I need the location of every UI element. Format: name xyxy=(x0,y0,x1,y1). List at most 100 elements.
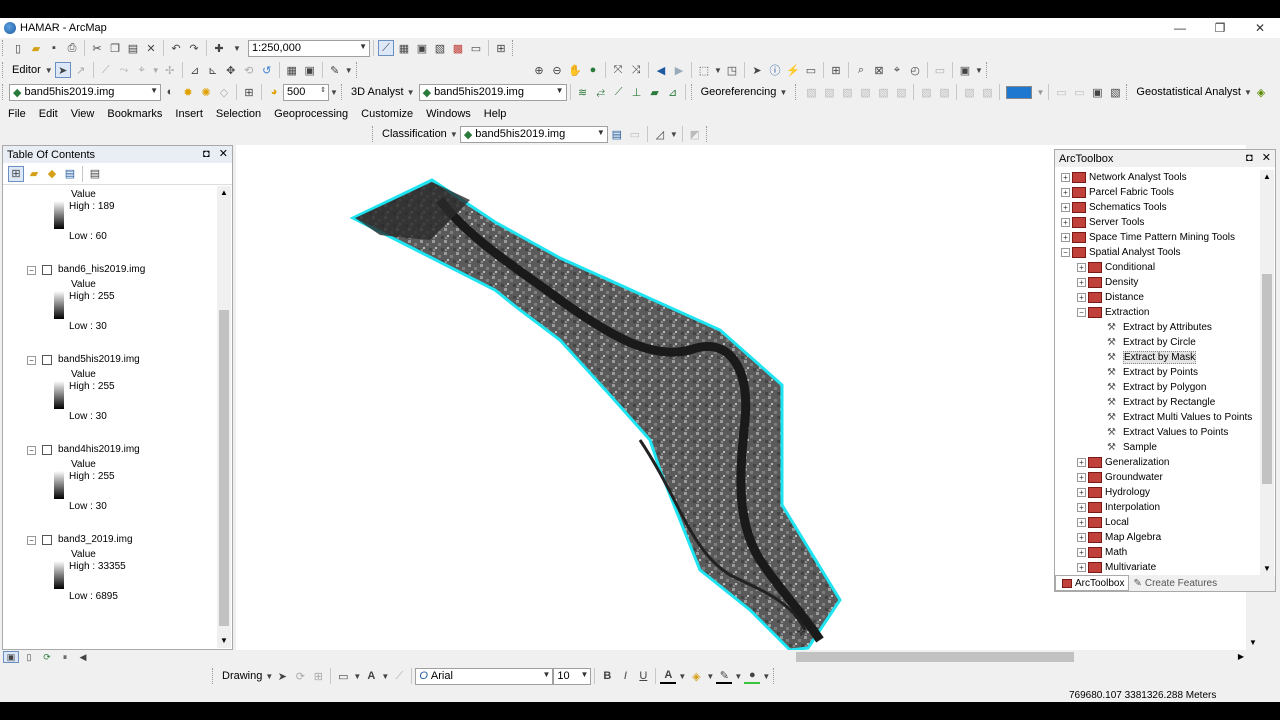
find-route-icon[interactable]: ⊠ xyxy=(871,62,887,78)
reshape-icon[interactable]: ⊿ xyxy=(187,62,203,78)
expand-icon[interactable]: + xyxy=(1077,488,1086,497)
chevron-down-icon[interactable]: ▼ xyxy=(670,126,678,142)
expand-icon[interactable]: + xyxy=(1077,293,1086,302)
close-icon[interactable]: ✕ xyxy=(1262,152,1271,164)
layer-visibility-checkbox[interactable] xyxy=(42,265,52,275)
toolset-item[interactable]: − Extraction xyxy=(1077,305,1149,320)
edit-tool-icon[interactable]: ➤ xyxy=(54,62,71,78)
zoom-out-icon[interactable]: ⊖ xyxy=(549,62,565,78)
measure-icon[interactable]: ⊞ xyxy=(828,62,844,78)
toc-layer-name[interactable]: band5his2019.img xyxy=(58,354,140,365)
go-forward-icon[interactable]: ▶ xyxy=(671,62,687,78)
tool-item[interactable]: ⚒ Extract by Attributes xyxy=(1093,320,1212,335)
arctoolbox-icon[interactable]: ▩ xyxy=(450,40,466,56)
select-features-icon[interactable]: ⬚ xyxy=(696,62,712,78)
spinner-icon[interactable]: ⇕ xyxy=(320,86,326,94)
toolbar-grip[interactable] xyxy=(986,62,990,78)
fixed-zoom-out-icon[interactable]: ⤨ xyxy=(628,62,644,78)
font-combo[interactable]: O Arial ▼ xyxy=(415,667,554,685)
close-icon[interactable]: ✕ xyxy=(219,148,228,160)
menu-edit[interactable]: Edit xyxy=(31,108,63,120)
layout-view-icon[interactable]: ▯ xyxy=(21,651,37,663)
drawing-menu[interactable]: Drawing xyxy=(219,670,265,682)
delete-icon[interactable]: ✕ xyxy=(143,40,159,56)
map-horizontal-scrollbar[interactable]: ▶ xyxy=(236,650,1246,664)
cut-polygons-icon[interactable]: ⊾ xyxy=(205,62,221,78)
menu-selection[interactable]: Selection xyxy=(208,108,266,120)
toolbar-grip[interactable] xyxy=(212,668,216,684)
expand-icon[interactable]: + xyxy=(1061,218,1070,227)
menu-view[interactable]: View xyxy=(63,108,100,120)
collapse-icon[interactable]: − xyxy=(27,446,36,455)
font-size-combo[interactable]: 10 ▼ xyxy=(553,667,592,685)
select-elements-icon[interactable]: ➤ xyxy=(274,668,290,684)
tool-item[interactable]: ⚒ Extract Values to Points xyxy=(1093,425,1228,440)
table-of-contents-icon[interactable]: ▦ xyxy=(396,40,412,56)
training-sample-manager-icon[interactable]: ▤ xyxy=(609,126,625,142)
georef-tool-icon[interactable]: ▣ xyxy=(1089,84,1105,100)
edit-annotation-icon[interactable]: ↗ xyxy=(73,62,89,78)
geostatistical-analyst-menu[interactable]: Geostatistical Analyst xyxy=(1133,86,1244,98)
toolset-item[interactable]: + Interpolation xyxy=(1077,500,1160,515)
3d-analyst-menu[interactable]: 3D Analyst xyxy=(348,86,407,98)
hyperlink-icon[interactable]: ⚡ xyxy=(785,62,801,78)
find-icon[interactable]: ⌕ xyxy=(853,62,869,78)
expand-icon[interactable]: + xyxy=(1077,263,1086,272)
menu-help[interactable]: Help xyxy=(476,108,512,120)
expand-icon[interactable]: + xyxy=(1077,518,1086,527)
toc-scrollbar[interactable]: ▲ ▼ xyxy=(217,186,231,648)
full-extent-icon[interactable]: ● xyxy=(585,62,601,78)
scroll-down-icon[interactable]: ▼ xyxy=(217,634,231,648)
toolset-item[interactable]: + Hydrology xyxy=(1077,485,1150,500)
toolset-item[interactable]: + Network Analyst Tools xyxy=(1061,170,1187,185)
effects-icon[interactable]: ⊞ xyxy=(241,84,257,100)
cut-icon[interactable]: ✂ xyxy=(89,40,105,56)
redo-icon[interactable]: ↷ xyxy=(186,40,202,56)
bold-icon[interactable]: B xyxy=(599,668,615,684)
modelbuilder-icon[interactable]: ⊞ xyxy=(493,40,509,56)
toolset-item[interactable]: + Math xyxy=(1077,545,1127,560)
split-icon[interactable]: ✢ xyxy=(162,62,178,78)
georef-tool-icon[interactable]: ▧ xyxy=(839,84,855,100)
toc-layer-name[interactable]: band4his2019.img xyxy=(58,444,140,455)
toc-layer-name[interactable]: band3_2019.img xyxy=(58,534,133,545)
toolset-item[interactable]: + Parcel Fabric Tools xyxy=(1061,185,1174,200)
collapse-icon[interactable]: − xyxy=(27,266,36,275)
toolbar-grip[interactable] xyxy=(773,668,777,684)
scroll-up-icon[interactable]: ▲ xyxy=(217,186,231,200)
chevron-down-icon[interactable]: ▼ xyxy=(330,84,338,100)
reclass-icon[interactable]: ◩ xyxy=(687,126,703,142)
georef-tool-icon[interactable]: ▧ xyxy=(857,84,873,100)
toolset-item[interactable]: − Spatial Analyst Tools xyxy=(1061,245,1181,260)
scroll-down-icon[interactable]: ▼ xyxy=(1260,562,1274,576)
expand-icon[interactable]: + xyxy=(1061,203,1070,212)
map-scroll-down-icon[interactable]: ▼ xyxy=(1246,636,1260,650)
italic-icon[interactable]: I xyxy=(617,668,633,684)
georef-tool-icon[interactable]: ▧ xyxy=(893,84,909,100)
chevron-down-icon[interactable]: ▼ xyxy=(381,668,389,684)
expand-icon[interactable]: + xyxy=(1077,548,1086,557)
chevron-down-icon[interactable]: ▼ xyxy=(1036,84,1044,100)
toolbar-grip[interactable] xyxy=(795,84,799,100)
toolset-item[interactable]: + Local xyxy=(1077,515,1129,530)
editor-menu[interactable]: Editor xyxy=(9,64,44,76)
menu-geoprocessing[interactable]: Geoprocessing xyxy=(266,108,353,120)
expand-icon[interactable]: + xyxy=(1077,458,1086,467)
georeferencing-menu[interactable]: Georeferencing xyxy=(698,86,780,98)
select-elements-icon[interactable]: ➤ xyxy=(749,62,765,78)
brightness-icon[interactable]: ✹ xyxy=(180,84,196,100)
time-slider-icon[interactable]: ◴ xyxy=(907,62,923,78)
expand-icon[interactable]: + xyxy=(1077,533,1086,542)
geostatistical-wizard-icon[interactable]: ◈ xyxy=(1253,84,1269,100)
profile-graph-icon[interactable]: ⊿ xyxy=(665,84,681,100)
toolbar-grip[interactable] xyxy=(705,126,710,142)
search-window-icon[interactable]: ▧ xyxy=(432,40,448,56)
go-back-icon[interactable]: ◀ xyxy=(653,62,669,78)
paste-icon[interactable]: ▤ xyxy=(125,40,141,56)
create-viewer-window-icon[interactable]: ▭ xyxy=(932,62,948,78)
point-icon[interactable]: ⌖ xyxy=(134,62,150,78)
chevron-down-icon[interactable]: ▼ xyxy=(706,668,714,684)
georef-tool-icon[interactable]: ▭ xyxy=(1071,84,1087,100)
tab-arctoolbox[interactable]: ArcToolbox xyxy=(1055,575,1130,591)
sketch-properties-icon[interactable]: ▣ xyxy=(302,62,318,78)
